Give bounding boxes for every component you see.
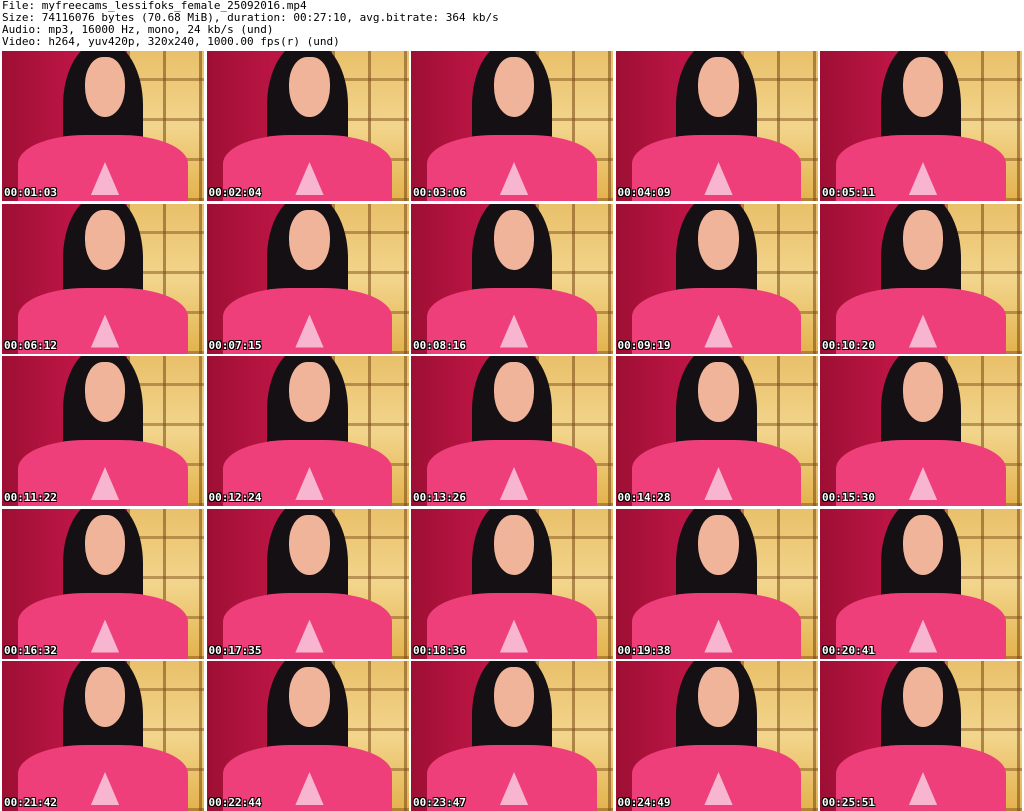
face-shape bbox=[493, 209, 535, 270]
thumbnail-timestamp: 00:15:30 bbox=[822, 491, 875, 504]
thumbnail-timestamp: 00:24:49 bbox=[617, 796, 671, 809]
video-info-line: Video: h264, yuv420p, 320x240, 1000.00 f… bbox=[2, 36, 340, 48]
face-shape bbox=[698, 667, 739, 727]
face-shape bbox=[698, 362, 739, 422]
thumbnail-timestamp: 00:14:28 bbox=[617, 491, 671, 504]
thumbnail-timestamp: 00:02:04 bbox=[208, 186, 262, 199]
video-thumbnail: 00:24:49 bbox=[615, 661, 818, 811]
thumbnail-timestamp: 00:01:03 bbox=[4, 186, 57, 199]
video-thumbnail: 00:04:09 bbox=[615, 51, 818, 201]
video-thumbnail: 00:18:36 bbox=[411, 508, 613, 659]
video-thumbnail: 00:10:20 bbox=[820, 203, 1022, 354]
video-thumbnail: 00:03:06 bbox=[411, 51, 613, 201]
face-shape bbox=[84, 514, 126, 575]
face-shape bbox=[698, 514, 739, 575]
face-shape bbox=[902, 667, 944, 727]
thumbnail-timestamp: 00:21:42 bbox=[4, 796, 57, 809]
video-thumbnail: 00:01:03 bbox=[2, 51, 204, 201]
video-thumbnail: 00:16:32 bbox=[2, 508, 204, 659]
face-shape bbox=[84, 362, 126, 422]
thumbnail-timestamp: 00:09:19 bbox=[617, 338, 671, 352]
face-shape bbox=[289, 514, 330, 575]
video-thumbnail: 00:22:44 bbox=[206, 661, 409, 811]
thumbnail-timestamp: 00:23:47 bbox=[413, 796, 466, 809]
video-thumbnail: 00:06:12 bbox=[2, 203, 204, 354]
video-thumbnail: 00:08:16 bbox=[411, 203, 613, 354]
face-shape bbox=[84, 667, 126, 727]
video-thumbnail: 00:25:51 bbox=[820, 661, 1022, 811]
thumbnail-timestamp: 00:12:24 bbox=[208, 491, 262, 504]
video-thumbnail: 00:07:15 bbox=[206, 203, 409, 354]
face-shape bbox=[902, 209, 944, 270]
thumbnail-timestamp: 00:05:11 bbox=[822, 186, 875, 199]
face-shape bbox=[289, 57, 330, 117]
video-thumbnail: 00:09:19 bbox=[615, 203, 818, 354]
video-thumbnail: 00:14:28 bbox=[615, 356, 818, 506]
video-thumbnail: 00:17:35 bbox=[206, 508, 409, 659]
file-size-line: Size: 74116076 bytes (70.68 MiB), durati… bbox=[2, 12, 499, 24]
thumbnail-timestamp: 00:20:41 bbox=[822, 643, 875, 657]
thumbnail-timestamp: 00:18:36 bbox=[413, 643, 466, 657]
face-shape bbox=[698, 209, 739, 270]
thumbnail-timestamp: 00:11:22 bbox=[4, 491, 57, 504]
face-shape bbox=[289, 362, 330, 422]
thumbnail-timestamp: 00:16:32 bbox=[4, 643, 57, 657]
video-thumbnail: 00:13:26 bbox=[411, 356, 613, 506]
video-thumbnail: 00:21:42 bbox=[2, 661, 204, 811]
video-thumbnail: 00:11:22 bbox=[2, 356, 204, 506]
face-shape bbox=[84, 209, 126, 270]
video-thumbnail: 00:02:04 bbox=[206, 51, 409, 201]
face-shape bbox=[902, 362, 944, 422]
thumbnail-timestamp: 00:22:44 bbox=[208, 796, 262, 809]
face-shape bbox=[902, 57, 944, 117]
thumbnail-timestamp: 00:07:15 bbox=[208, 338, 262, 352]
thumbnail-timestamp: 00:10:20 bbox=[822, 338, 875, 352]
thumbnail-timestamp: 00:06:12 bbox=[4, 338, 57, 352]
file-info-header: File: myfreecams_lessifoks_female_250920… bbox=[2, 0, 1022, 50]
thumbnail-timestamp: 00:13:26 bbox=[413, 491, 466, 504]
face-shape bbox=[289, 209, 330, 270]
video-thumbnail: 00:15:30 bbox=[820, 356, 1022, 506]
face-shape bbox=[289, 667, 330, 727]
face-shape bbox=[493, 57, 535, 117]
thumbnail-grid: 00:01:03 00:02:04 00:03:06 00:04:09 00:05:11… bbox=[2, 51, 1022, 811]
thumbnail-timestamp: 00:17:35 bbox=[208, 643, 262, 657]
face-shape bbox=[493, 667, 535, 727]
thumbnail-timestamp: 00:04:09 bbox=[617, 186, 671, 199]
video-thumbnail: 00:19:38 bbox=[615, 508, 818, 659]
file-name-line: File: myfreecams_lessifoks_female_250920… bbox=[2, 0, 307, 12]
face-shape bbox=[902, 514, 944, 575]
face-shape bbox=[698, 57, 739, 117]
face-shape bbox=[493, 362, 535, 422]
thumbnail-timestamp: 00:19:38 bbox=[617, 643, 671, 657]
video-thumbnail: 00:20:41 bbox=[820, 508, 1022, 659]
thumbnail-timestamp: 00:03:06 bbox=[413, 186, 466, 199]
face-shape bbox=[493, 514, 535, 575]
video-thumbnail: 00:12:24 bbox=[206, 356, 409, 506]
thumbnail-timestamp: 00:08:16 bbox=[413, 338, 466, 352]
video-thumbnail: 00:05:11 bbox=[820, 51, 1022, 201]
audio-info-line: Audio: mp3, 16000 Hz, mono, 24 kb/s (und… bbox=[2, 24, 274, 36]
video-thumbnail: 00:23:47 bbox=[411, 661, 613, 811]
face-shape bbox=[84, 57, 126, 117]
thumbnail-timestamp: 00:25:51 bbox=[822, 796, 875, 809]
